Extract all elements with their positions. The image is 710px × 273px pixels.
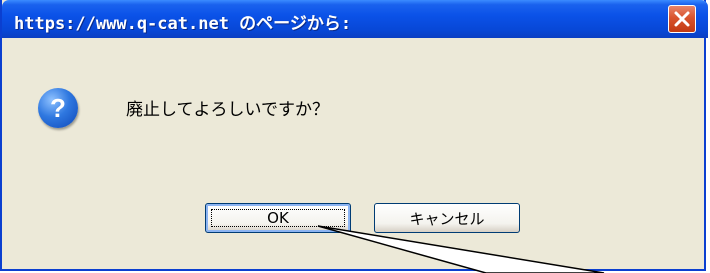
callout-wedge: [317, 225, 605, 273]
callout-pointer: [317, 225, 605, 273]
